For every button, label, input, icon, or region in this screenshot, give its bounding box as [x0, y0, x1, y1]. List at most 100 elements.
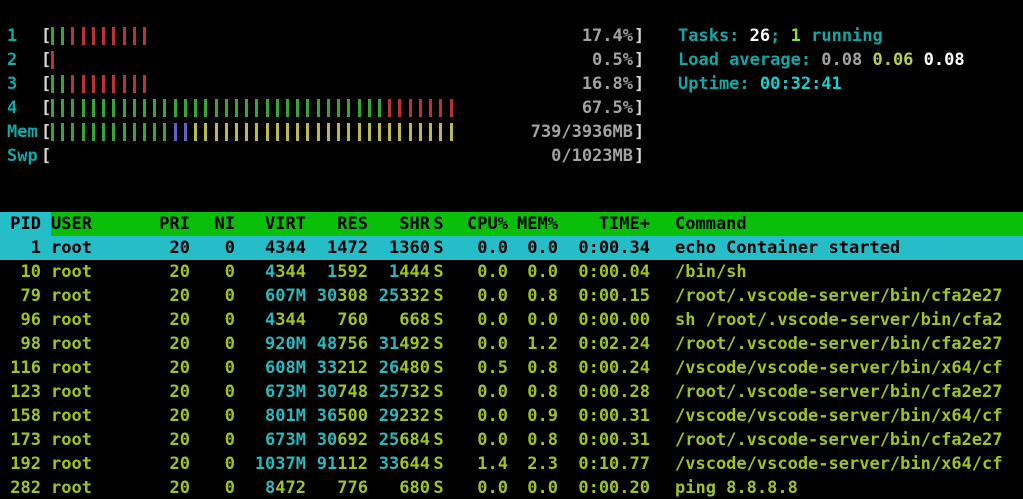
cell-ni: 0 — [224, 478, 235, 498]
cell-spacer — [650, 476, 675, 499]
cell-cpu: 0.0 — [477, 334, 508, 354]
meter-close-bracket: ] — [634, 146, 645, 166]
cell-mem: 0.8 — [527, 382, 558, 402]
cell-pri: 20 — [169, 310, 190, 330]
cell-virt: 920M — [265, 334, 306, 354]
process-row[interactable]: 98 root 20 0 920M 48756 31492 S 0.0 1.2 0:02.24/ro… — [0, 332, 1023, 356]
column-header-cmd[interactable]: Command — [675, 212, 1023, 236]
cell-shr: 25732 — [378, 382, 430, 402]
meter-tick — [112, 75, 122, 93]
meter-tick — [357, 99, 368, 117]
cell-time: 0:00.24 — [578, 358, 650, 378]
cell-ni: 0 — [224, 406, 235, 426]
process-row[interactable]: 173 root 20 0 673M 30692 25684 S 0.0 0.8 0:00.31/r… — [0, 428, 1023, 452]
meter-tick — [173, 123, 184, 141]
column-header-cpu[interactable]: CPU% — [447, 212, 508, 236]
meter-tick — [183, 99, 194, 117]
meter-tick — [122, 27, 133, 45]
meter-tick — [296, 99, 306, 117]
meter-tick — [173, 99, 184, 117]
column-header-shr[interactable]: SHR — [368, 212, 430, 236]
process-row[interactable]: 96 root 20 0 4344 760 668 S 0.0 0.0 0:00.00 sh /roo… — [0, 308, 1023, 332]
process-row[interactable]: 158 root 20 0 801M 36500 29232 S 0.0 0.9 0:00.31/v… — [0, 404, 1023, 428]
tasks-running-label: running — [800, 26, 883, 46]
meter-tick — [286, 99, 296, 117]
meter-tick — [142, 123, 153, 141]
process-row[interactable]: 123 root 20 0 673M 30748 25732 S 0.0 0.8 0:00.28/r… — [0, 380, 1023, 404]
cell-command: ping 8.8.8.8 — [675, 478, 798, 498]
process-table-header: PID USER PRI NI VIRT RES SHR S CPU% MEM% TIME+ Comm… — [0, 212, 1023, 236]
cell-res: 36500 — [316, 406, 368, 426]
cell-pri: 20 — [169, 238, 190, 258]
meter-bar: 17.4% — [51, 24, 634, 48]
meter-open-bracket: [ — [41, 74, 52, 94]
load-average-label: Load average: — [678, 50, 822, 70]
meter-tick — [142, 99, 153, 117]
uptime-label: Uptime: — [678, 74, 760, 94]
cell-res: 30308 — [316, 286, 368, 306]
cell-time: 0:00.28 — [578, 382, 650, 402]
cell-pid: 98 — [20, 334, 41, 354]
cell-time: 0:00.31 — [578, 430, 650, 450]
meter-tick — [286, 123, 296, 141]
cell-res: 1592 — [327, 262, 368, 282]
column-header-time[interactable]: TIME+ — [558, 212, 650, 236]
cell-spacer — [650, 428, 675, 452]
cell-cpu: 0.0 — [477, 262, 508, 282]
column-header-user[interactable]: USER — [51, 212, 150, 236]
cell-shr: 25684 — [378, 430, 430, 450]
cell-mem: 0.8 — [527, 286, 558, 306]
cell-ni: 0 — [224, 286, 235, 306]
column-header-ni[interactable]: NI — [190, 212, 235, 236]
cell-virt: 4344 — [265, 262, 306, 282]
cell-mem: 0.8 — [527, 358, 558, 378]
cell-virt: 1037M — [254, 454, 306, 474]
process-row[interactable]: 282 root 20 0 8472 776 680 S 0.0 0.0 0:00.20 ping 8… — [0, 476, 1023, 499]
meter-tick — [51, 51, 61, 69]
cell-time: 0:02.24 — [578, 334, 650, 354]
process-row[interactable]: 116 root 20 0 608M 33212 26480 S 0.5 0.8 0:00.24/v… — [0, 356, 1023, 380]
process-row[interactable]: 192 root 20 0 1037M 91112 33644 S 1.4 2.3 0:10.77 /… — [0, 452, 1023, 476]
cell-pid: 1 — [30, 238, 41, 258]
column-header-res[interactable]: RES — [306, 212, 368, 236]
meter-tick — [245, 123, 255, 141]
meter-label: Swp — [7, 146, 38, 166]
cell-time: 0:00.31 — [578, 406, 650, 426]
meter-tick — [439, 123, 449, 141]
meter-tick — [51, 123, 61, 141]
process-row[interactable]: 79 root 20 0 607M 30308 25332 S 0.0 0.8 0:00.15/ro… — [0, 284, 1023, 308]
cell-state: S — [433, 454, 444, 474]
meter-tick — [112, 123, 122, 141]
cell-virt: 673M — [265, 382, 306, 402]
column-header-pri[interactable]: PRI — [150, 212, 190, 236]
column-header-s[interactable]: S — [430, 212, 447, 236]
meter-tick — [245, 99, 255, 117]
cell-state: S — [433, 478, 444, 498]
meter-tick — [91, 27, 102, 45]
column-header-pid[interactable]: PID — [0, 212, 41, 236]
meter-tick — [71, 99, 81, 117]
cell-res: 1472 — [327, 238, 368, 258]
column-header-spacer — [650, 212, 675, 236]
meter-tick — [132, 27, 143, 45]
meter-tick — [378, 99, 388, 117]
cell-time: 0:00.34 — [578, 238, 650, 258]
process-row-selected[interactable]: 1 root 20 0 4344 1472 1360 S 0.0 0.0 0:00.34 echo C… — [0, 236, 1023, 260]
column-header-mem[interactable]: MEM% — [508, 212, 558, 236]
cell-command: /root/.vscode-server/bin/cfa2e27 — [675, 382, 1003, 402]
meter-close-bracket: ] — [634, 122, 645, 142]
meter-tick — [306, 123, 316, 141]
meter-tick — [265, 123, 276, 141]
meter-value: 67.5% — [581, 98, 633, 118]
process-row[interactable]: 10 root 20 0 4344 1592 1444 S 0.0 0.0 0:00.04/bin/… — [0, 260, 1023, 284]
cell-pid: 79 — [20, 286, 41, 306]
cell-shr: 25332 — [378, 286, 430, 306]
column-header-virt[interactable]: VIRT — [235, 212, 306, 236]
meter-bar: 739/3936MB — [51, 120, 634, 144]
cell-shr: 680 — [399, 478, 430, 498]
meter-close-bracket: ] — [634, 74, 645, 94]
meter-tick — [71, 123, 81, 141]
meter-tick — [91, 75, 102, 93]
cell-pri: 20 — [169, 286, 190, 306]
tasks-label: Tasks: — [678, 26, 750, 46]
